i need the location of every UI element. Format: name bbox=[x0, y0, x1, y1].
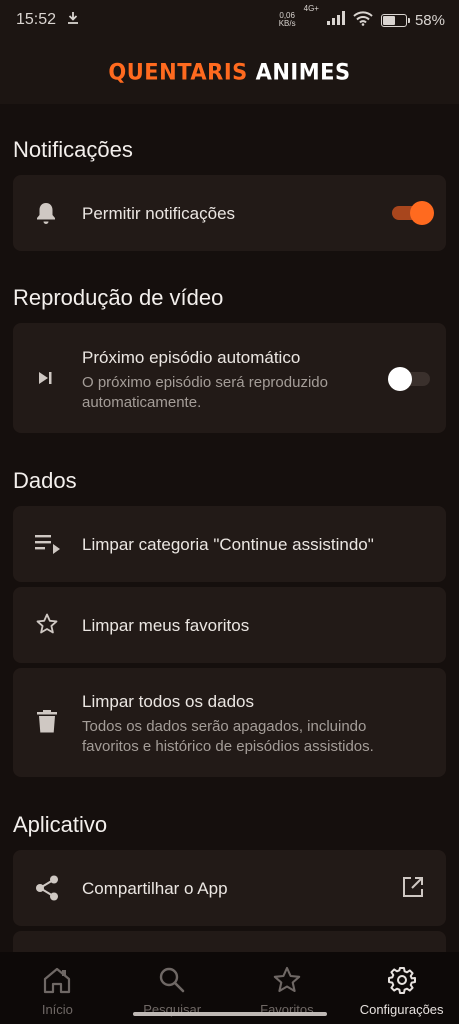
autoplay-label: Próximo episódio automático bbox=[82, 348, 301, 367]
autoplay-description: O próximo episódio será reproduzido auto… bbox=[82, 374, 328, 411]
section-title-playback: Reprodução de vídeo bbox=[13, 285, 224, 310]
clear-continue-label: Limpar categoria "Continue assistindo" bbox=[82, 535, 374, 554]
notifications-toggle[interactable] bbox=[388, 201, 434, 225]
share-app-label: Compartilhar o App bbox=[82, 879, 228, 898]
status-bar: 15:52 0,06 KB/s 4G+ 58% bbox=[0, 0, 459, 40]
nav-settings-label: Configurações bbox=[359, 1002, 444, 1017]
settings-content: Notificações Permitir notificações Repro… bbox=[0, 104, 459, 952]
gear-icon bbox=[387, 966, 416, 994]
allow-notifications-label: Permitir notificações bbox=[82, 204, 236, 223]
skip-next-icon bbox=[35, 368, 55, 393]
home-indicator[interactable] bbox=[133, 1012, 327, 1016]
nav-home-label: Início bbox=[41, 1002, 73, 1017]
clear-continue-row[interactable]: Limpar categoria "Continue assistindo" bbox=[13, 506, 446, 582]
section-title-data: Dados bbox=[13, 468, 77, 493]
network-speed: 0,06 KB/s bbox=[278, 11, 296, 28]
autoplay-row[interactable]: Próximo episódio automático O próximo ep… bbox=[13, 323, 446, 433]
status-time: 15:52 bbox=[16, 11, 57, 28]
signal-icon bbox=[326, 11, 345, 29]
clear-all-row[interactable]: Limpar todos os dados Todos os dados ser… bbox=[13, 668, 446, 777]
autoplay-toggle[interactable] bbox=[388, 367, 434, 391]
playlist-play-icon bbox=[35, 533, 61, 560]
download-icon bbox=[66, 11, 80, 30]
battery-percent: 58% bbox=[414, 11, 445, 29]
next-settings-row[interactable] bbox=[13, 931, 446, 952]
clear-favorites-label: Limpar meus favoritos bbox=[82, 616, 250, 635]
clear-favorites-row[interactable]: Limpar meus favoritos bbox=[13, 587, 446, 663]
battery-icon bbox=[380, 13, 410, 27]
nav-home[interactable]: Início bbox=[0, 952, 115, 1024]
open-external-icon[interactable] bbox=[402, 876, 424, 903]
bell-icon bbox=[35, 201, 57, 230]
home-icon bbox=[41, 966, 73, 994]
star-icon bbox=[272, 966, 302, 994]
share-icon bbox=[35, 875, 59, 906]
clear-all-label: Limpar todos os dados bbox=[82, 692, 254, 711]
section-title-app: Aplicativo bbox=[13, 812, 108, 837]
app-logo: QUENTARIS ANIMES bbox=[108, 59, 351, 85]
wifi-icon bbox=[353, 10, 373, 30]
trash-icon bbox=[37, 710, 57, 739]
search-icon bbox=[158, 966, 186, 994]
allow-notifications-row[interactable]: Permitir notificações bbox=[13, 175, 446, 251]
network-type: 4G+ bbox=[303, 3, 319, 13]
nav-settings[interactable]: Configurações bbox=[344, 952, 459, 1024]
app-bar: QUENTARIS ANIMES bbox=[0, 40, 459, 104]
clear-all-description: Todos os dados serão apagados, incluindo… bbox=[82, 718, 374, 755]
star-outline-icon bbox=[35, 612, 59, 641]
share-app-row[interactable]: Compartilhar o App bbox=[13, 850, 446, 926]
section-title-notifications: Notificações bbox=[13, 137, 133, 162]
